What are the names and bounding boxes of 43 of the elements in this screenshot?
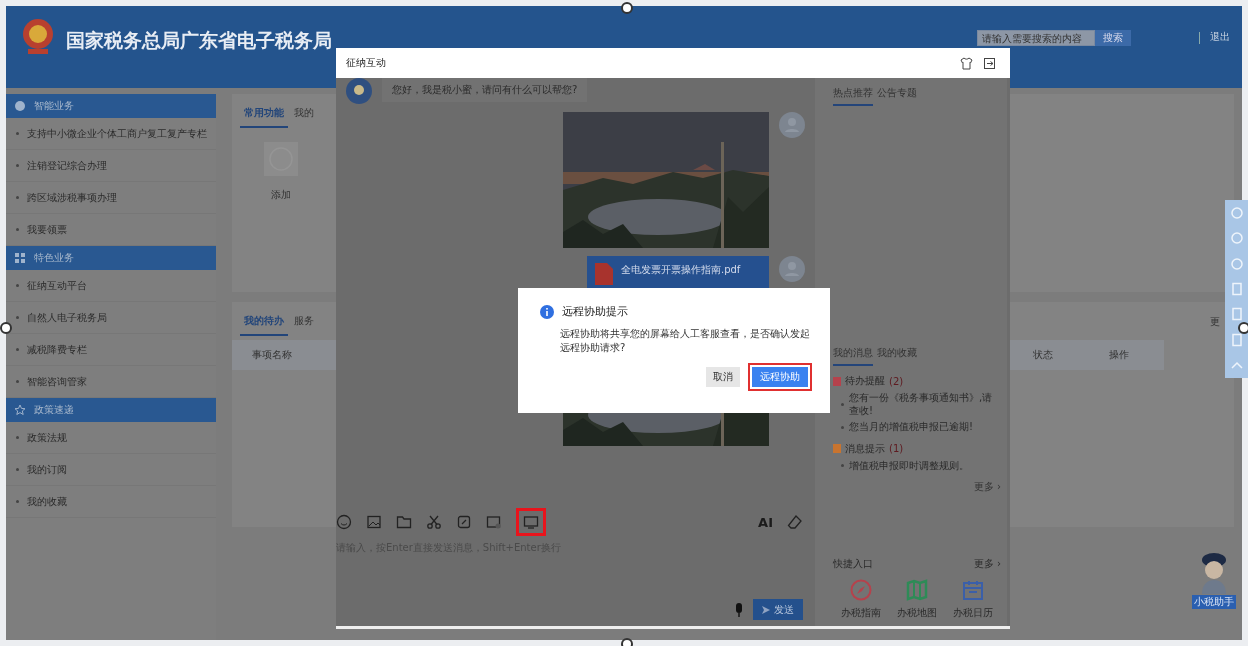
logout-link[interactable]: 退出 [1208, 28, 1232, 46]
group-title: 消息提示 [845, 441, 885, 456]
sidebar-item[interactable]: 征纳互动平台 [6, 270, 216, 302]
sidebar-section-header[interactable]: 智能业务 [6, 94, 216, 118]
shortcut-label: 办税地图 [897, 606, 937, 620]
tab[interactable]: 我的收藏 [877, 342, 917, 366]
sidebar-item[interactable]: 我的订阅 [6, 454, 216, 486]
sidebar-item[interactable]: 减税降费专栏 [6, 334, 216, 366]
cancel-button[interactable]: 取消 [706, 367, 740, 387]
section-title: 快捷入口 [833, 557, 873, 571]
window-title: 征纳互动 [346, 56, 386, 70]
group-title: 待办提醒 [845, 374, 885, 388]
dialog-message: 远程协助将共享您的屏幕给人工客服查看，是否确认发起远程协助请求? [560, 327, 810, 355]
sidebar-item[interactable]: 政策法规 [6, 422, 216, 454]
tab[interactable]: 服务 [290, 308, 318, 336]
column-header: 事项名称 [252, 348, 292, 362]
sidebar-item[interactable]: 注销登记综合办理 [6, 150, 216, 182]
confirm-button[interactable]: 远程协助 [752, 367, 808, 387]
sidebar-section-header[interactable]: 政策速递 [6, 398, 216, 422]
shortcut-label: 办税指南 [841, 606, 881, 620]
column-header: 状态 [1033, 348, 1054, 362]
more-link[interactable]: 更 [1210, 315, 1220, 329]
send-button[interactable]: 发送 [753, 599, 803, 620]
sidebar-item[interactable]: 支持中小微企业个体工商户复工复产专栏 [6, 118, 216, 150]
tab[interactable]: 我的 [290, 100, 318, 128]
more-link[interactable]: 更多 › [973, 557, 1001, 571]
sidebar-item[interactable]: 跨区域涉税事项办理 [6, 182, 216, 214]
sidebar-section-header[interactable]: 特色业务 [6, 246, 216, 270]
site-title: 国家税务总局广东省电子税务局 [66, 28, 332, 53]
group-count: (1) [889, 443, 904, 454]
group-count: (2) [889, 375, 904, 387]
column-header: 操作 [1109, 348, 1130, 362]
message-item[interactable]: 您当月的增值税申报已逾期! [841, 421, 1001, 434]
dialog-title: 远程协助提示 [562, 304, 628, 319]
sidebar-item[interactable]: 我的收藏 [6, 486, 216, 518]
message-item[interactable]: 增值税申报即时调整规则。 [841, 459, 1001, 472]
assistant-label[interactable]: 小税助手 [1192, 595, 1236, 609]
tab[interactable]: 我的待办 [240, 308, 288, 336]
search-button[interactable]: 搜索 [1095, 30, 1131, 46]
add-label: 添加 [271, 188, 291, 202]
ai-button[interactable]: AI [758, 514, 773, 530]
search-field[interactable]: 请输入需要搜索的内容 [977, 30, 1095, 46]
tab[interactable]: 常用功能 [240, 100, 288, 128]
